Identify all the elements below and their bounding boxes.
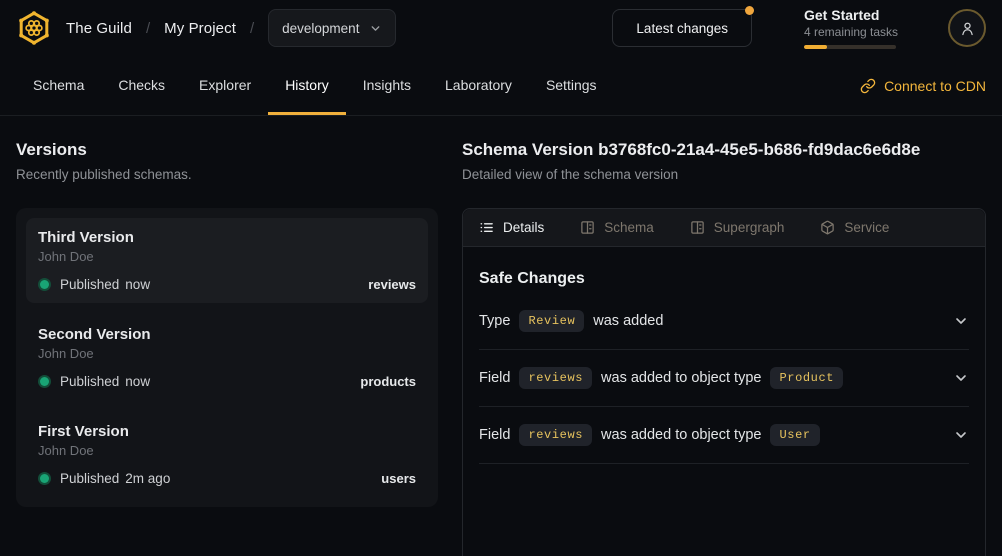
tab-history[interactable]: History (268, 56, 346, 115)
published-time: now (125, 277, 150, 292)
service-name: users (381, 471, 416, 486)
chevron-down-icon (369, 22, 382, 35)
columns-icon (690, 220, 705, 235)
versions-subtitle: Recently published schemas. (16, 167, 438, 182)
tab-settings[interactable]: Settings (529, 56, 614, 115)
change-row-type-review[interactable]: Type Review was added (479, 293, 969, 350)
version-name: First Version (38, 423, 416, 441)
change-prefix: Field (479, 370, 510, 386)
version-name: Second Version (38, 326, 416, 344)
service-name: products (360, 374, 416, 389)
schema-version-panel: Schema Version b3768fc0-21a4-45e5-b686-f… (462, 140, 986, 556)
user-icon (959, 20, 976, 37)
change-text: was added (593, 313, 663, 329)
published-time: 2m ago (125, 471, 170, 486)
published-dot (40, 377, 49, 386)
chevron-down-icon[interactable] (953, 313, 969, 329)
change-badge: Review (519, 310, 584, 332)
version-item-second[interactable]: Second Version John Doe Published now pr… (26, 315, 428, 400)
environment-dropdown-label: development (282, 21, 359, 36)
main-content: Versions Recently published schemas. Thi… (0, 116, 1002, 556)
safe-changes-title: Safe Changes (479, 270, 969, 288)
versions-list: Third Version John Doe Published now rev… (16, 208, 438, 507)
tab-schema[interactable]: Schema (16, 56, 101, 115)
change-row-field-product[interactable]: Field reviews was added to object type P… (479, 350, 969, 407)
progress-fill (804, 45, 827, 49)
link-icon (860, 78, 876, 94)
get-started-widget[interactable]: Get Started 4 remaining tasks (804, 7, 896, 49)
get-started-progressbar (804, 45, 896, 49)
version-item-first[interactable]: First Version John Doe Published 2m ago … (26, 412, 428, 497)
detail-tabs: Details Schema Supergraph (463, 209, 985, 247)
change-text: was added to object type (601, 370, 761, 386)
environment-dropdown[interactable]: development (268, 9, 396, 47)
published-label: Published (60, 277, 119, 292)
get-started-subtitle: 4 remaining tasks (804, 25, 896, 39)
version-author: John Doe (38, 443, 416, 459)
published-label: Published (60, 471, 119, 486)
breadcrumb-project[interactable]: My Project (164, 20, 236, 37)
columns-icon (580, 220, 595, 235)
main-nav: Schema Checks Explorer History Insights … (0, 56, 1002, 116)
change-prefix: Field (479, 427, 510, 443)
version-author: John Doe (38, 346, 416, 362)
schema-version-subtitle: Detailed view of the schema version (462, 167, 986, 182)
chevron-down-icon[interactable] (953, 427, 969, 443)
change-badge: reviews (519, 424, 592, 446)
version-name: Third Version (38, 229, 416, 247)
schema-version-detail-box: Details Schema Supergraph (462, 208, 986, 556)
detail-tab-service[interactable]: Service (820, 220, 889, 235)
version-item-third[interactable]: Third Version John Doe Published now rev… (26, 218, 428, 303)
versions-title: Versions (16, 140, 438, 160)
hive-logo-icon[interactable] (16, 10, 52, 46)
breadcrumb-separator: / (146, 20, 150, 37)
detail-tab-label: Schema (604, 220, 654, 235)
change-type-badge: Product (770, 367, 843, 389)
detail-tab-label: Supergraph (714, 220, 785, 235)
detail-tab-details[interactable]: Details (479, 220, 544, 235)
change-text: was added to object type (601, 427, 761, 443)
published-time: now (125, 374, 150, 389)
connect-to-cdn-label: Connect to CDN (884, 78, 986, 94)
latest-changes-label: Latest changes (636, 21, 728, 36)
published-label: Published (60, 374, 119, 389)
tab-explorer[interactable]: Explorer (182, 56, 268, 115)
detail-tab-schema[interactable]: Schema (580, 220, 654, 235)
box-icon (820, 220, 835, 235)
get-started-title: Get Started (804, 7, 896, 23)
change-badge: reviews (519, 367, 592, 389)
list-icon (479, 220, 494, 235)
connect-to-cdn-link[interactable]: Connect to CDN (860, 78, 986, 94)
published-dot (40, 474, 49, 483)
published-dot (40, 280, 49, 289)
breadcrumb: The Guild / My Project / development (66, 9, 396, 47)
latest-changes-button[interactable]: Latest changes (612, 9, 752, 47)
detail-content: Safe Changes Type Review was added Field… (463, 270, 985, 464)
schema-version-title: Schema Version b3768fc0-21a4-45e5-b686-f… (462, 140, 986, 160)
tab-laboratory[interactable]: Laboratory (428, 56, 529, 115)
nav-tabs: Schema Checks Explorer History Insights … (16, 56, 614, 115)
breadcrumb-org[interactable]: The Guild (66, 20, 132, 37)
detail-tab-supergraph[interactable]: Supergraph (690, 220, 785, 235)
notification-dot (745, 6, 754, 15)
versions-panel: Versions Recently published schemas. Thi… (16, 140, 438, 556)
change-type-badge: User (770, 424, 819, 446)
tab-checks[interactable]: Checks (101, 56, 182, 115)
version-author: John Doe (38, 249, 416, 265)
change-prefix: Type (479, 313, 510, 329)
service-name: reviews (368, 277, 416, 292)
breadcrumb-separator: / (250, 20, 254, 37)
tab-insights[interactable]: Insights (346, 56, 428, 115)
change-row-field-user[interactable]: Field reviews was added to object type U… (479, 407, 969, 464)
chevron-down-icon[interactable] (953, 370, 969, 386)
app-header: The Guild / My Project / development Lat… (0, 0, 1002, 56)
user-avatar[interactable] (948, 9, 986, 47)
detail-tab-label: Service (844, 220, 889, 235)
detail-tab-label: Details (503, 220, 544, 235)
